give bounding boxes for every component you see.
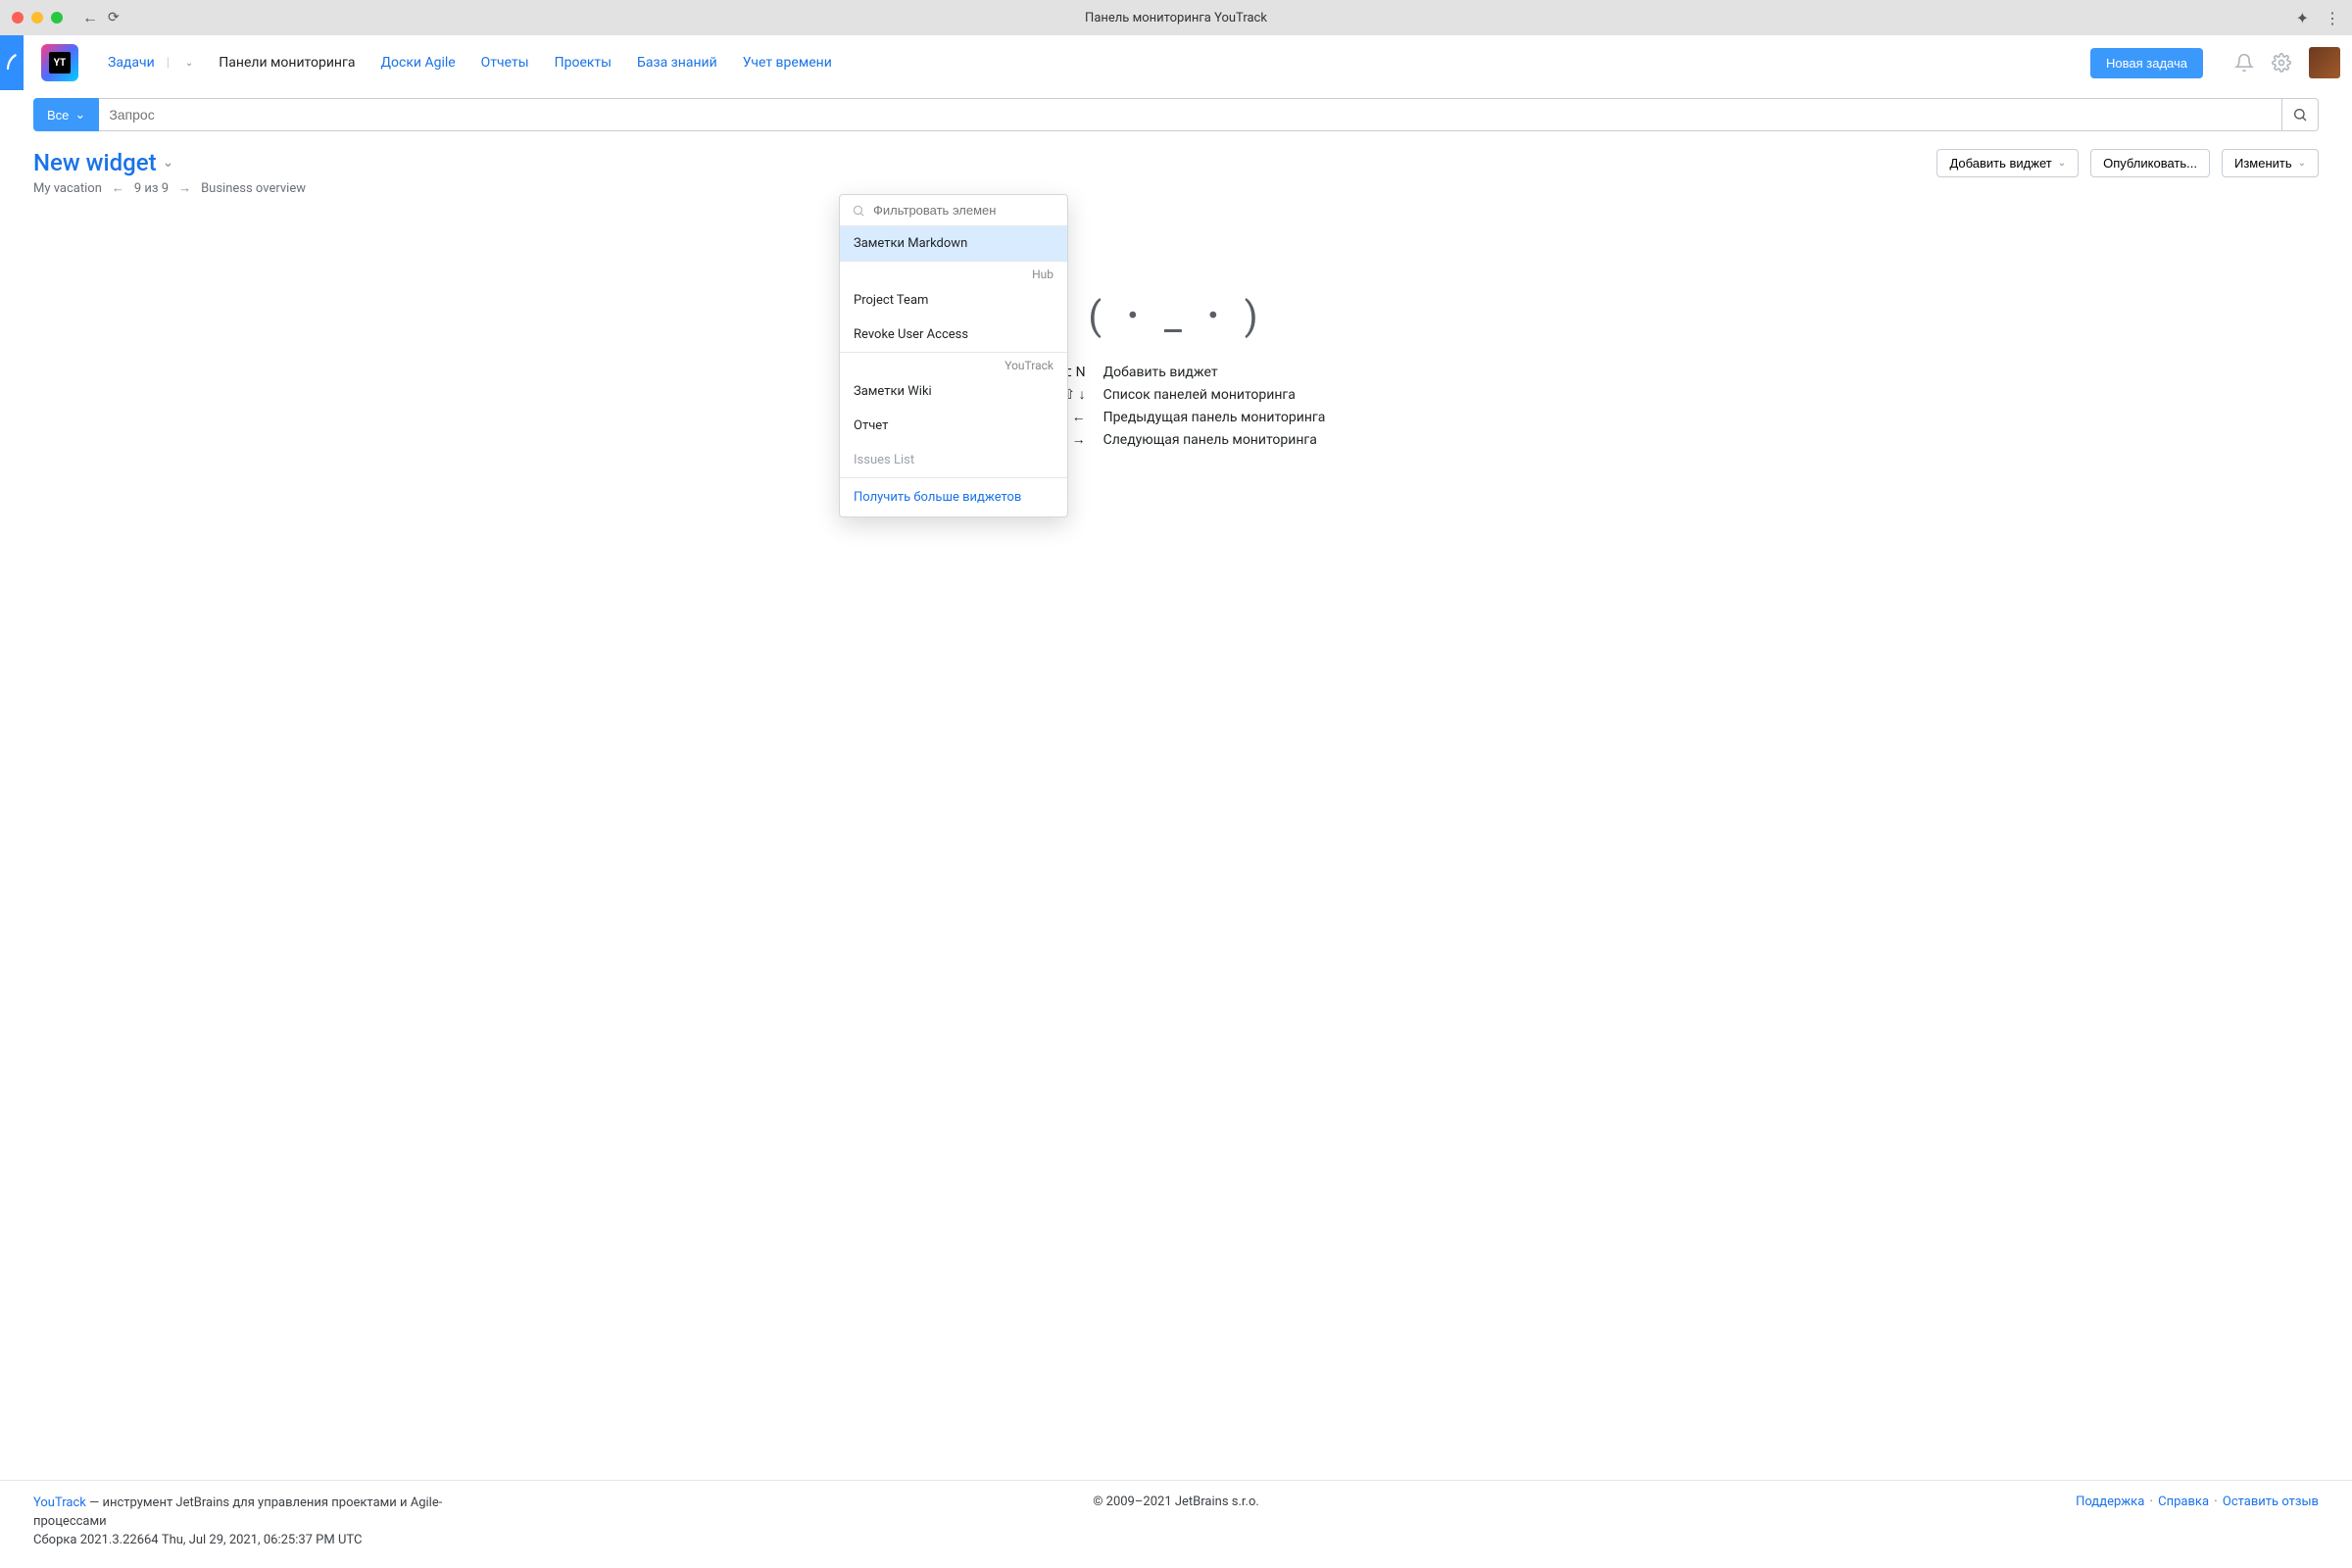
- hint-text: Предыдущая панель мониторинга: [1103, 410, 1326, 425]
- footer-support-link[interactable]: Поддержка: [2076, 1494, 2144, 1509]
- hint-row: ⇧ →Следующая панель мониторинга: [1027, 431, 1326, 448]
- nav-issues-dropdown[interactable]: ⌄: [185, 58, 193, 69]
- footer-feedback-link[interactable]: Оставить отзыв: [2223, 1494, 2319, 1509]
- chevron-down-icon: ⌄: [2298, 158, 2306, 169]
- window-title: Панель мониторинга YouTrack: [1085, 11, 1267, 25]
- footer-help-link[interactable]: Справка: [2158, 1494, 2209, 1509]
- add-widget-label: Добавить виджет: [1949, 156, 2051, 171]
- nav-dashboards[interactable]: Панели мониторинга: [219, 55, 355, 71]
- chevron-down-icon: ⌄: [185, 58, 193, 69]
- dropdown-filter: [840, 195, 1067, 225]
- breadcrumb-next-name: Business overview: [201, 181, 306, 196]
- kebab-menu-icon[interactable]: ⋮: [2325, 9, 2340, 27]
- dropdown-group-hub: Hub: [840, 262, 1067, 283]
- get-more-widgets-link[interactable]: Получить больше виджетов: [840, 477, 1067, 516]
- empty-state: ( ･ _ ･ ) ⌃ ⌥ NДобавить виджет ⇧ ↓Список…: [0, 284, 2352, 448]
- dashboard-title-dropdown[interactable]: New widget ⌄: [33, 149, 306, 176]
- feather-icon[interactable]: [0, 35, 24, 90]
- footer-copyright: © 2009–2021 JetBrains s.r.o.: [1093, 1494, 1259, 1509]
- search-scope-button[interactable]: Все ⌄: [33, 98, 99, 131]
- footer-links: Поддержка · Справка · Оставить отзыв: [2076, 1494, 2319, 1550]
- footer-brand-link[interactable]: YouTrack: [33, 1495, 86, 1510]
- page-title: New widget: [33, 149, 157, 176]
- window-titlebar: ← ⟳ Панель мониторинга YouTrack ✦ ⋮: [0, 0, 2352, 35]
- publish-button[interactable]: Опубликовать...: [2090, 149, 2210, 177]
- nav-projects[interactable]: Проекты: [555, 55, 612, 71]
- search-input[interactable]: [99, 98, 2281, 131]
- search-icon: [2292, 107, 2308, 122]
- dropdown-group-youtrack: YouTrack: [840, 353, 1067, 374]
- nav-separator: |: [167, 56, 170, 71]
- browser-nav: ←: [82, 8, 98, 27]
- search-button[interactable]: [2281, 98, 2319, 131]
- breadcrumb: My vacation ← 9 из 9 → Business overview: [33, 180, 306, 196]
- reload-icon[interactable]: ⟳: [108, 10, 120, 25]
- footer-build: Сборка 2021.3.22664 Thu, Jul 29, 2021, 0…: [33, 1533, 362, 1547]
- footer-tagline: — инструмент JetBrains для управления пр…: [33, 1495, 442, 1529]
- add-widget-button[interactable]: Добавить виджет ⌄: [1936, 149, 2079, 177]
- bell-icon[interactable]: [2234, 53, 2254, 73]
- widget-option-report[interactable]: Отчет: [840, 409, 1067, 443]
- nav-issues[interactable]: Задачи: [108, 55, 155, 71]
- hint-row: ⌃ ⌥ NДобавить виджет: [1027, 365, 1326, 380]
- nav-issues-label: Задачи: [108, 55, 155, 71]
- minimize-window-button[interactable]: [31, 12, 43, 24]
- gear-icon[interactable]: [2272, 53, 2291, 73]
- widget-option-project-team[interactable]: Project Team: [840, 283, 1067, 318]
- hint-text: Список панелей мониторинга: [1103, 387, 1296, 403]
- breadcrumb-prev-icon[interactable]: ←: [112, 180, 124, 196]
- search-scope-label: Все: [47, 108, 69, 122]
- youtrack-logo[interactable]: YT: [41, 44, 78, 81]
- widget-option-issues-list[interactable]: Issues List: [840, 443, 1067, 477]
- hint-row: ⇧ ↓Список панелей мониторинга: [1027, 386, 1326, 403]
- close-window-button[interactable]: [12, 12, 24, 24]
- edit-button[interactable]: Изменить ⌄: [2222, 149, 2319, 177]
- search-icon: [852, 204, 865, 218]
- chevron-down-icon: ⌄: [74, 107, 85, 122]
- breadcrumb-position: 9 из 9: [134, 181, 169, 196]
- maximize-window-button[interactable]: [51, 12, 63, 24]
- hint-text: Следующая панель мониторинга: [1103, 432, 1317, 448]
- widget-option-markdown[interactable]: Заметки Markdown: [840, 226, 1067, 261]
- search-bar: Все ⌄: [33, 98, 2319, 131]
- widget-option-revoke-access[interactable]: Revoke User Access: [840, 318, 1067, 352]
- nav-timesheets[interactable]: Учет времени: [743, 55, 832, 71]
- back-icon[interactable]: ←: [82, 8, 98, 27]
- nav-knowledge-base[interactable]: База знаний: [637, 55, 717, 71]
- page-header: New widget ⌄ My vacation ← 9 из 9 → Busi…: [33, 149, 2319, 196]
- hint-row: ⇧ ←Предыдущая панель мониторинга: [1027, 409, 1326, 425]
- breadcrumb-prev-name: My vacation: [33, 181, 102, 196]
- hint-text: Добавить виджет: [1103, 365, 1218, 380]
- top-navigation: YT Задачи | ⌄ Панели мониторинга Доски A…: [0, 35, 2352, 90]
- dropdown-filter-input[interactable]: [873, 203, 1055, 218]
- footer: YouTrack — инструмент JetBrains для упра…: [0, 1480, 2352, 1568]
- add-widget-dropdown: Заметки Markdown Hub Project Team Revoke…: [839, 194, 1068, 517]
- breadcrumb-next-icon[interactable]: →: [178, 180, 191, 196]
- nav-agile[interactable]: Доски Agile: [380, 55, 455, 71]
- nav-reports[interactable]: Отчеты: [481, 55, 529, 71]
- widget-option-wiki[interactable]: Заметки Wiki: [840, 374, 1067, 409]
- edit-label: Изменить: [2234, 156, 2292, 171]
- new-issue-button[interactable]: Новая задача: [2090, 48, 2203, 78]
- empty-face-icon: ( ･ _ ･ ): [1088, 284, 1263, 341]
- avatar[interactable]: [2309, 47, 2340, 78]
- chevron-down-icon: ⌄: [163, 155, 174, 171]
- extensions-icon[interactable]: ✦: [2296, 9, 2309, 27]
- footer-left: YouTrack — инструмент JetBrains для упра…: [33, 1494, 465, 1550]
- traffic-lights: [12, 12, 63, 24]
- youtrack-logo-text: YT: [49, 52, 71, 74]
- chevron-down-icon: ⌄: [2058, 158, 2066, 169]
